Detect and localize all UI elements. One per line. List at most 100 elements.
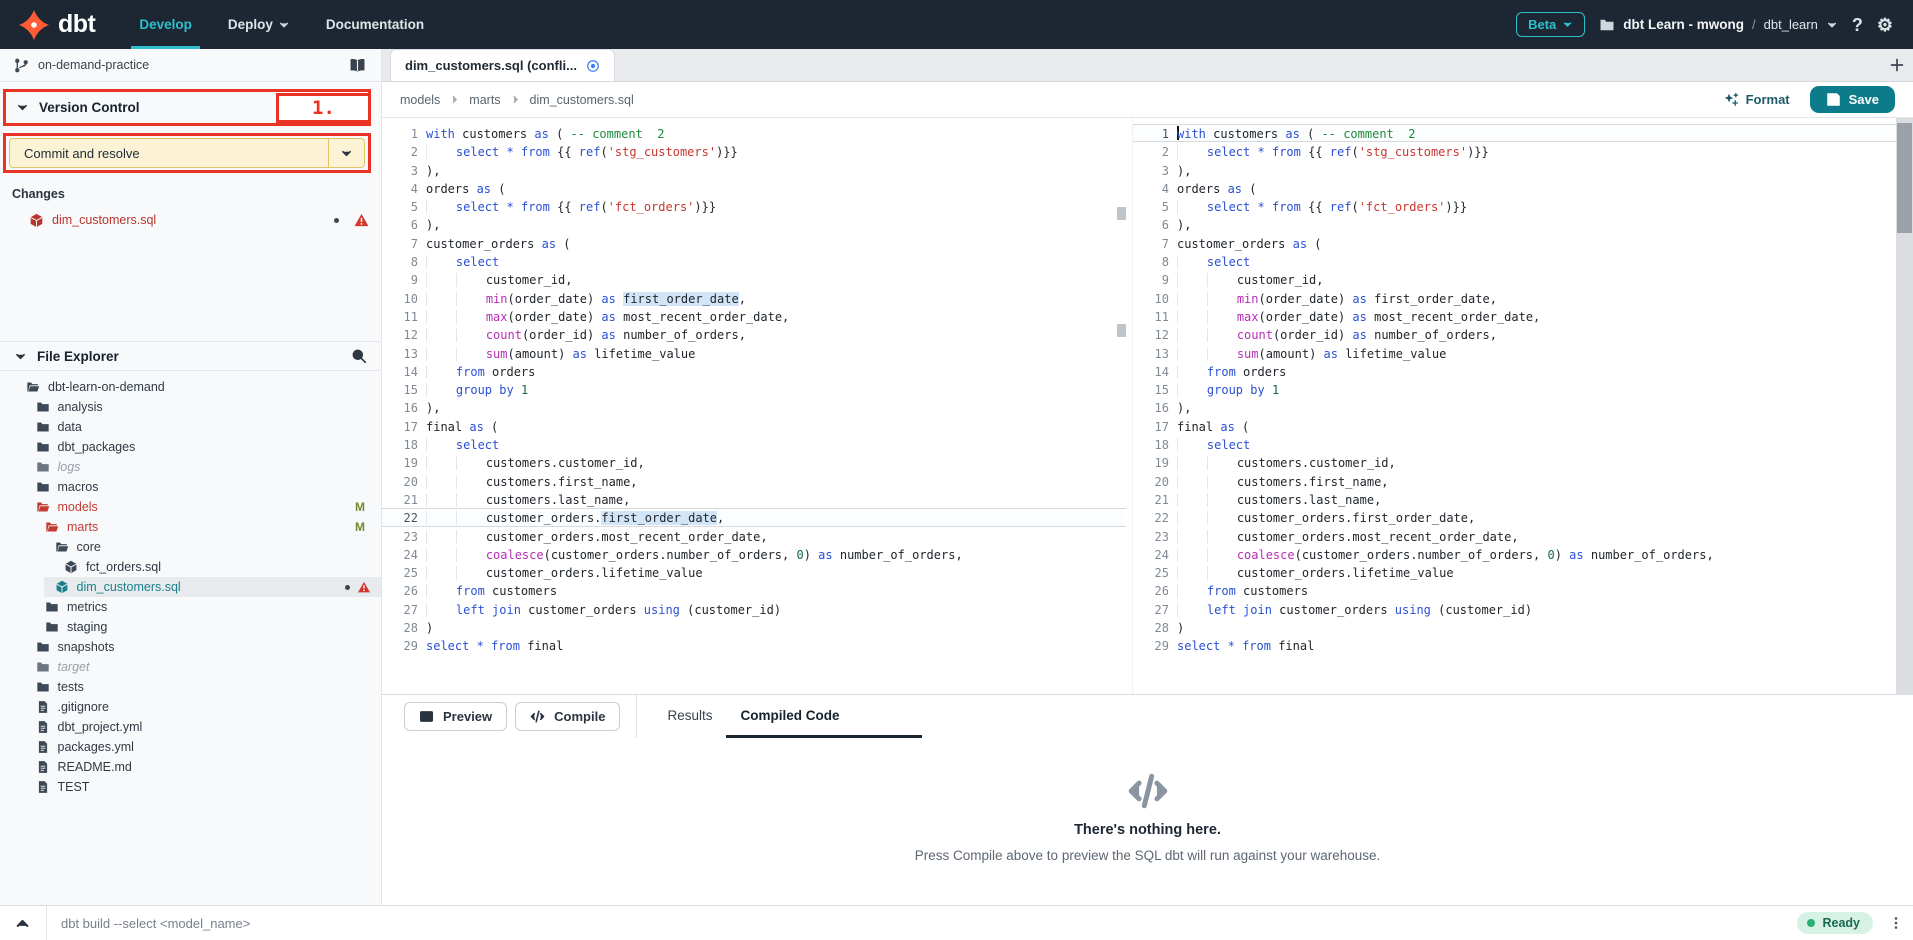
- search-icon[interactable]: [351, 348, 367, 364]
- help-icon[interactable]: ?: [1852, 16, 1863, 34]
- code-line[interactable]: 14 from orders: [1133, 362, 1896, 380]
- chevron-down-icon[interactable]: [14, 350, 27, 363]
- tree-item-dbt-project-yml[interactable]: dbt_project.yml: [0, 717, 381, 737]
- code-line[interactable]: 6),: [1133, 215, 1896, 233]
- code-line[interactable]: 1with customers as ( -- comment 2: [1133, 124, 1896, 142]
- code-line[interactable]: 28): [382, 618, 1126, 636]
- code-line[interactable]: 20 customers.first_name,: [1133, 472, 1896, 490]
- code-line[interactable]: 6),: [382, 215, 1126, 233]
- code-line[interactable]: 18 select: [382, 435, 1126, 453]
- code-line[interactable]: 2 select * from {{ ref('stg_customers')}…: [1133, 142, 1896, 160]
- tree-item-dim-customers-sql[interactable]: dim_customers.sql: [0, 577, 381, 597]
- docs-book-icon[interactable]: [348, 57, 367, 74]
- code-line[interactable]: 15 group by 1: [1133, 380, 1896, 398]
- gear-icon[interactable]: ⚙: [1877, 16, 1893, 34]
- code-line[interactable]: 27 left join customer_orders using (cust…: [1133, 600, 1896, 618]
- tab-results[interactable]: Results: [653, 695, 726, 738]
- code-line[interactable]: 15 group by 1: [382, 380, 1126, 398]
- tree-item-staging[interactable]: staging: [0, 617, 381, 637]
- code-line[interactable]: 18 select: [1133, 435, 1896, 453]
- code-line[interactable]: 26 from customers: [382, 581, 1126, 599]
- code-line[interactable]: 3),: [1133, 161, 1896, 179]
- code-line[interactable]: 14 from orders: [382, 362, 1126, 380]
- tree-item-tests[interactable]: tests: [0, 677, 381, 697]
- code-line[interactable]: 27 left join customer_orders using (cust…: [382, 600, 1126, 618]
- code-line[interactable]: 9 customer_id,: [382, 270, 1126, 288]
- tree-item-fct-orders-sql[interactable]: fct_orders.sql: [0, 557, 381, 577]
- code-line[interactable]: 24 coalesce(customer_orders.number_of_or…: [1133, 545, 1896, 563]
- chevron-down-icon[interactable]: [16, 101, 29, 114]
- tree-item-dbt-learn-on-demand[interactable]: dbt-learn-on-demand: [0, 377, 381, 397]
- breadcrumb-item[interactable]: models: [400, 93, 440, 107]
- tree-item-test[interactable]: TEST: [0, 777, 381, 797]
- code-line[interactable]: 23 customer_orders.most_recent_order_dat…: [382, 527, 1126, 545]
- tree-item-macros[interactable]: macros: [0, 477, 381, 497]
- tree-item-snapshots[interactable]: snapshots: [0, 637, 381, 657]
- tree-item--gitignore[interactable]: .gitignore: [0, 697, 381, 717]
- code-line[interactable]: 29select * from final: [1133, 636, 1896, 654]
- code-line[interactable]: 29select * from final: [382, 636, 1126, 654]
- nav-item-documentation[interactable]: Documentation: [308, 0, 442, 49]
- tree-item-marts[interactable]: martsM: [0, 517, 381, 537]
- kebab-menu-icon[interactable]: [1889, 915, 1903, 931]
- code-line[interactable]: 8 select: [1133, 252, 1896, 270]
- code-line[interactable]: 11 max(order_date) as most_recent_order_…: [1133, 307, 1896, 325]
- dbt-logo[interactable]: dbt: [0, 0, 121, 49]
- code-line[interactable]: 26 from customers: [1133, 581, 1896, 599]
- code-line[interactable]: 20 customers.first_name,: [382, 472, 1126, 490]
- code-line[interactable]: 25 customer_orders.lifetime_value: [382, 563, 1126, 581]
- format-button[interactable]: Format: [1723, 92, 1790, 108]
- tree-item-analysis[interactable]: analysis: [0, 397, 381, 417]
- commit-dropdown-toggle[interactable]: [328, 139, 364, 167]
- code-line[interactable]: 11 max(order_date) as most_recent_order_…: [382, 307, 1126, 325]
- tab-compiled-code[interactable]: Compiled Code: [726, 695, 922, 738]
- code-line[interactable]: 7customer_orders as (: [1133, 234, 1896, 252]
- tree-item-core[interactable]: core: [0, 537, 381, 557]
- code-line[interactable]: 5 select * from {{ ref('fct_orders')}}: [1133, 197, 1896, 215]
- breadcrumb-item[interactable]: dim_customers.sql: [530, 93, 634, 107]
- code-line[interactable]: 7customer_orders as (: [382, 234, 1126, 252]
- editor-tab[interactable]: dim_customers.sql (confli...: [390, 49, 615, 81]
- code-line[interactable]: 10 min(order_date) as first_order_date,: [1133, 289, 1896, 307]
- code-line[interactable]: 12 count(order_id) as number_of_orders,: [382, 325, 1126, 343]
- code-line[interactable]: 23 customer_orders.most_recent_order_dat…: [1133, 527, 1896, 545]
- code-line[interactable]: 19 customers.customer_id,: [1133, 453, 1896, 471]
- changed-file-row[interactable]: dim_customers.sql: [0, 209, 381, 231]
- code-line[interactable]: 28): [1133, 618, 1896, 636]
- compile-button[interactable]: Compile: [515, 702, 620, 731]
- code-line[interactable]: 10 min(order_date) as first_order_date,: [382, 289, 1126, 307]
- command-input[interactable]: [61, 916, 1797, 931]
- code-line[interactable]: 3),: [382, 161, 1126, 179]
- code-line[interactable]: 16),: [382, 398, 1126, 416]
- code-line[interactable]: 24 coalesce(customer_orders.number_of_or…: [382, 545, 1126, 563]
- tree-item-dbt-packages[interactable]: dbt_packages: [0, 437, 381, 457]
- code-line[interactable]: 4orders as (: [382, 179, 1126, 197]
- breadcrumb-item[interactable]: marts: [469, 93, 500, 107]
- code-pane-right[interactable]: 1with customers as ( -- comment 22 selec…: [1132, 118, 1896, 694]
- code-line[interactable]: 17final as (: [382, 417, 1126, 435]
- new-tab-plus-icon[interactable]: [1889, 57, 1905, 73]
- code-line[interactable]: 1with customers as ( -- comment 2: [382, 124, 1126, 142]
- tree-item-readme-md[interactable]: README.md: [0, 757, 381, 777]
- tree-item-packages-yml[interactable]: packages.yml: [0, 737, 381, 757]
- branch-name[interactable]: on-demand-practice: [38, 58, 339, 72]
- code-line[interactable]: 13 sum(amount) as lifetime_value: [1133, 344, 1896, 362]
- preview-button[interactable]: Preview: [404, 702, 507, 731]
- code-line[interactable]: 21 customers.last_name,: [382, 490, 1126, 508]
- nav-item-deploy[interactable]: Deploy: [210, 0, 308, 49]
- tree-item-models[interactable]: modelsM: [0, 497, 381, 517]
- tree-item-logs[interactable]: logs: [0, 457, 381, 477]
- code-line[interactable]: 5 select * from {{ ref('fct_orders')}}: [382, 197, 1126, 215]
- code-line[interactable]: 13 sum(amount) as lifetime_value: [382, 344, 1126, 362]
- tree-item-metrics[interactable]: metrics: [0, 597, 381, 617]
- code-line[interactable]: 21 customers.last_name,: [1133, 490, 1896, 508]
- tree-item-data[interactable]: data: [0, 417, 381, 437]
- code-line[interactable]: 22 customer_orders.first_order_date,: [1133, 508, 1896, 526]
- scrollbar-thumb[interactable]: [1897, 123, 1912, 233]
- code-line[interactable]: 8 select: [382, 252, 1126, 270]
- project-selector[interactable]: dbt Learn - mwong / dbt_learn: [1599, 17, 1838, 33]
- commit-and-resolve-button[interactable]: Commit and resolve: [9, 138, 365, 168]
- code-line[interactable]: 12 count(order_id) as number_of_orders,: [1133, 325, 1896, 343]
- code-line[interactable]: 9 customer_id,: [1133, 270, 1896, 288]
- code-line[interactable]: 4orders as (: [1133, 179, 1896, 197]
